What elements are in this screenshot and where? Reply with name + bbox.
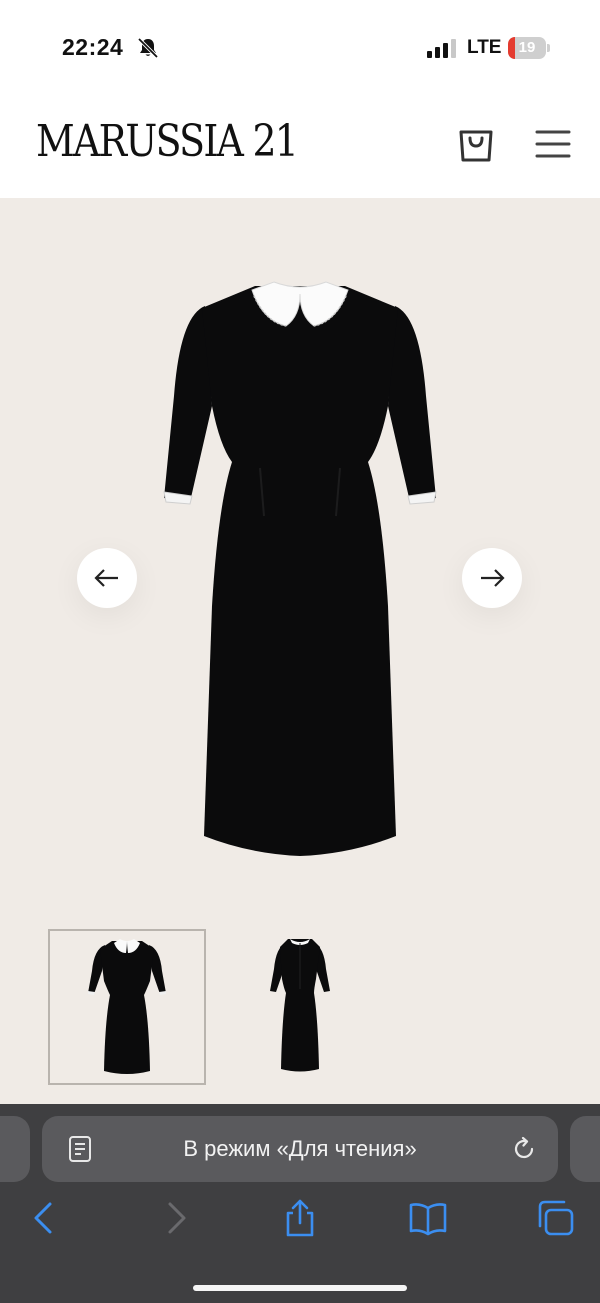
shopping-bag-icon[interactable] [456, 124, 496, 164]
share-icon[interactable] [280, 1198, 320, 1238]
home-indicator[interactable] [193, 1285, 407, 1291]
signal-icon [427, 39, 456, 58]
battery-level: 19 [518, 39, 536, 56]
menu-icon[interactable] [534, 126, 572, 162]
arrow-left-icon [94, 569, 118, 587]
address-bar[interactable]: В режим «Для чтения» [42, 1116, 558, 1182]
thumbnail-front[interactable] [48, 929, 206, 1085]
network-type: LTE [467, 37, 502, 58]
forward-icon[interactable] [156, 1198, 196, 1238]
back-icon[interactable] [26, 1198, 66, 1238]
arrow-right-icon [481, 569, 505, 587]
bookmarks-icon[interactable] [408, 1198, 448, 1238]
brand-logo[interactable]: MARUSSIA 21 [36, 116, 299, 167]
bell-slash-icon [137, 37, 159, 59]
previous-image-button[interactable] [77, 548, 137, 608]
battery-icon: 19 [508, 37, 550, 59]
product-image[interactable] [150, 276, 450, 866]
previous-tab-pill[interactable] [0, 1116, 30, 1182]
site-header: MARUSSIA 21 [0, 96, 600, 198]
reload-icon[interactable] [510, 1135, 538, 1163]
tabs-icon[interactable] [536, 1198, 576, 1238]
product-gallery [0, 198, 600, 1104]
status-time: 22:24 [62, 34, 124, 60]
status-bar: 22:24 LTE 19 [0, 0, 600, 96]
address-text[interactable]: В режим «Для чтения» [42, 1136, 558, 1162]
thumbnail-back[interactable] [222, 929, 380, 1085]
next-tab-pill[interactable] [570, 1116, 600, 1182]
next-image-button[interactable] [462, 548, 522, 608]
